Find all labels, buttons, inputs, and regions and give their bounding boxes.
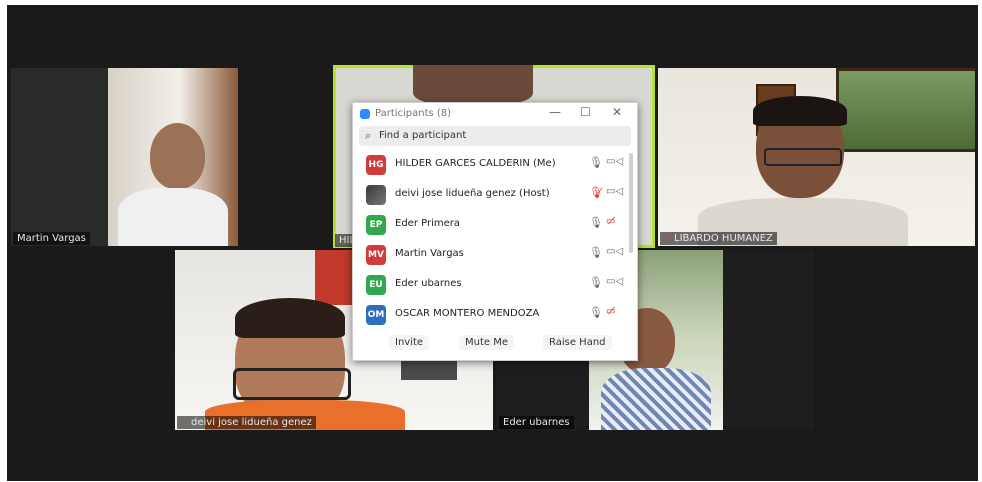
microphone-muted-icon[interactable]: 🎙︎̸ xyxy=(589,186,603,199)
participants-panel: Participants (8) — ☐ ✕ ⌕ Find a particip… xyxy=(352,102,638,361)
participant-name-label: ⟋ deivi jose lidueña genez xyxy=(177,416,316,429)
participant-name: Eder ubarnes xyxy=(395,278,462,289)
video-tile-libardo-humanez[interactable]: ⟋ LIBARDO HUMANEZ xyxy=(658,68,975,246)
zoom-logo-icon xyxy=(360,109,370,119)
avatar: EP xyxy=(366,215,386,235)
participant-name: Martin Vargas xyxy=(395,248,464,259)
participant-row[interactable]: OM OSCAR MONTERO MENDOZA 🎙︎ ▭̸ xyxy=(353,299,625,329)
panel-title: Participants (8) xyxy=(375,108,452,119)
participant-name-label: Eder ubarnes xyxy=(499,416,574,429)
mic-muted-icon: ⟋ xyxy=(181,417,188,428)
microphone-icon[interactable]: 🎙︎ xyxy=(589,216,603,229)
participant-row[interactable]: EU Eder ubarnes 🎙︎ ▭◁ xyxy=(353,269,625,299)
microphone-icon[interactable]: 🎙︎ xyxy=(589,276,603,289)
participant-row[interactable]: MV Martin Vargas 🎙︎ ▭◁ xyxy=(353,239,625,269)
search-icon: ⌕ xyxy=(365,129,372,142)
video-tile-martin-vargas[interactable]: Martin Vargas xyxy=(11,68,238,246)
scrollbar[interactable] xyxy=(629,153,633,253)
video-off-icon[interactable]: ▭̸ xyxy=(606,216,615,227)
video-camera-icon[interactable]: ▭◁ xyxy=(606,246,623,257)
video-camera-icon[interactable]: ▭◁ xyxy=(606,156,623,167)
panel-footer: Invite Mute Me Raise Hand xyxy=(353,330,637,358)
avatar: OM xyxy=(366,305,386,325)
minimize-button[interactable]: — xyxy=(549,105,561,119)
avatar: HG xyxy=(366,155,386,175)
participant-name: HILDER GARCES CALDERIN (Me) xyxy=(395,158,556,169)
participant-row[interactable]: EP Eder Primera 🎙︎ ▭̸ xyxy=(353,209,625,239)
microphone-icon[interactable]: 🎙︎ xyxy=(589,156,603,169)
video-off-icon[interactable]: ▭̸ xyxy=(606,306,615,317)
video-camera-icon[interactable]: ▭◁ xyxy=(606,186,623,197)
microphone-icon[interactable]: 🎙︎ xyxy=(589,306,603,319)
participant-video xyxy=(658,68,975,246)
participant-video xyxy=(108,68,238,246)
participant-name: deivi jose lidueña genez (Host) xyxy=(395,188,550,199)
invite-button[interactable]: Invite xyxy=(389,335,430,350)
participant-name-label: Martin Vargas xyxy=(13,232,90,245)
close-button[interactable]: ✕ xyxy=(612,105,622,119)
participant-search-input[interactable]: ⌕ Find a participant xyxy=(359,126,631,146)
avatar: MV xyxy=(366,245,386,265)
raise-hand-button[interactable]: Raise Hand xyxy=(543,335,612,350)
avatar xyxy=(366,185,386,205)
panel-title-bar: Participants (8) — ☐ ✕ xyxy=(353,103,637,127)
participant-video xyxy=(413,65,533,105)
video-camera-icon[interactable]: ▭◁ xyxy=(606,276,623,287)
participant-list: HG HILDER GARCES CALDERIN (Me) 🎙︎ ▭◁ dei… xyxy=(353,149,625,329)
maximize-button[interactable]: ☐ xyxy=(580,105,591,119)
participant-name: OSCAR MONTERO MENDOZA xyxy=(395,308,540,319)
participant-name-label: ⟋ LIBARDO HUMANEZ xyxy=(660,232,777,245)
microphone-icon[interactable]: 🎙︎ xyxy=(589,246,603,259)
participant-row[interactable]: deivi jose lidueña genez (Host) 🎙︎̸ ▭◁ xyxy=(353,179,625,209)
participant-row[interactable]: HG HILDER GARCES CALDERIN (Me) 🎙︎ ▭◁ xyxy=(353,149,625,179)
participant-name: Eder Primera xyxy=(395,218,460,229)
mic-muted-icon: ⟋ xyxy=(664,233,671,244)
mute-me-button[interactable]: Mute Me xyxy=(459,335,514,350)
avatar: EU xyxy=(366,275,386,295)
